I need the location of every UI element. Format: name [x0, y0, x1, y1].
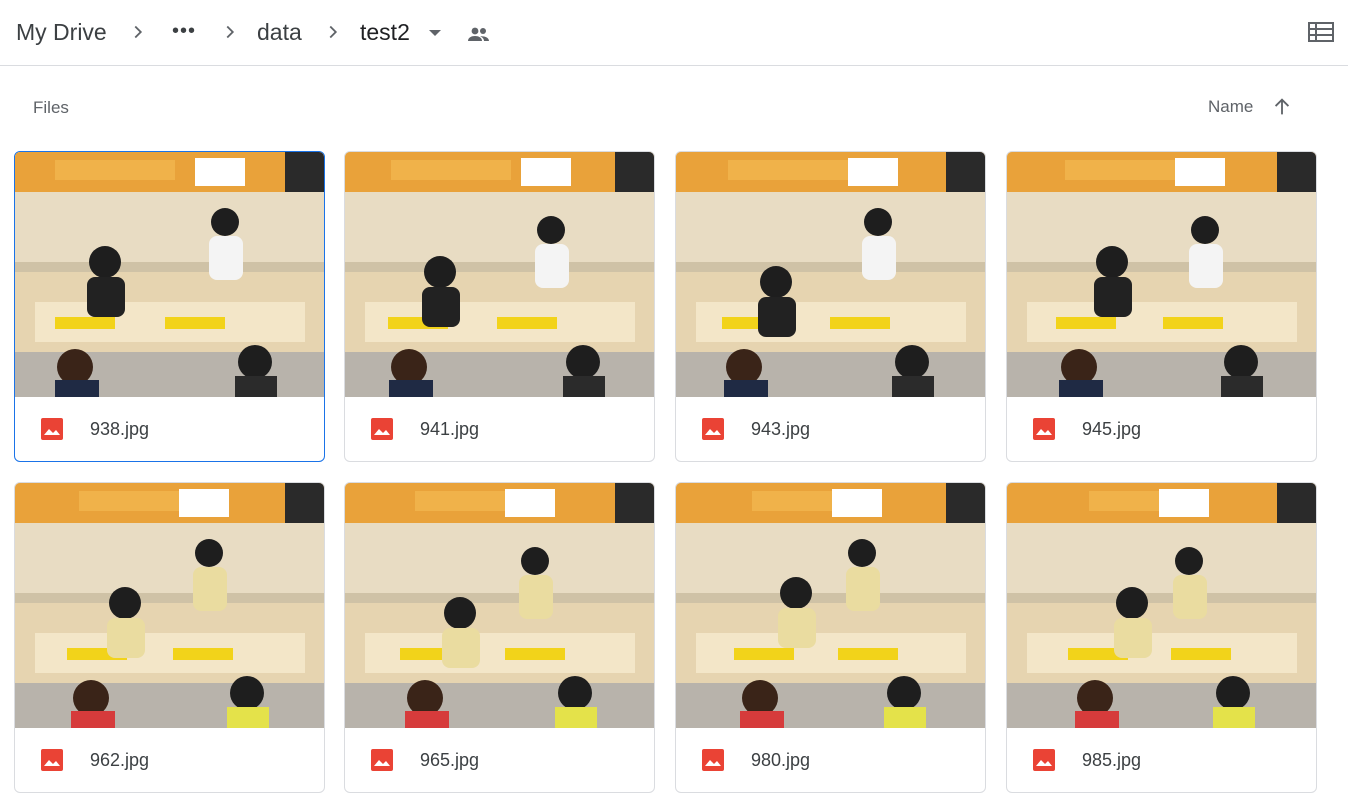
chevron-right-icon — [226, 25, 235, 39]
image-file-icon — [371, 749, 393, 771]
breadcrumb-my-drive[interactable]: My Drive — [16, 17, 107, 47]
image-file-icon — [1033, 418, 1055, 440]
file-thumbnail[interactable] — [345, 483, 654, 728]
file-info-row[interactable]: 941.jpg — [345, 397, 654, 461]
image-file-icon — [702, 418, 724, 440]
file-thumbnail[interactable] — [1007, 152, 1316, 397]
file-card[interactable]: 938.jpg — [14, 151, 325, 462]
file-card[interactable]: 985.jpg — [1006, 482, 1317, 793]
file-info-row[interactable]: 962.jpg — [15, 728, 324, 792]
file-info-row[interactable]: 965.jpg — [345, 728, 654, 792]
file-name: 965.jpg — [420, 750, 480, 770]
sort-by-name-button[interactable]: Name — [1208, 97, 1253, 117]
file-info-row[interactable]: 945.jpg — [1007, 397, 1316, 461]
list-view-icon[interactable] — [1307, 20, 1335, 44]
breadcrumb-data[interactable]: data — [257, 17, 302, 47]
file-card[interactable]: 965.jpg — [344, 482, 655, 793]
file-info-row[interactable]: 943.jpg — [676, 397, 985, 461]
breadcrumb-more-button[interactable]: ••• — [172, 16, 196, 46]
file-thumbnail[interactable] — [676, 483, 985, 728]
file-name: 985.jpg — [1082, 750, 1142, 770]
breadcrumb-current-folder[interactable]: test2 — [360, 17, 410, 47]
file-thumbnail[interactable] — [676, 152, 985, 397]
dropdown-arrow-icon[interactable] — [427, 27, 443, 39]
chevron-right-icon — [134, 25, 143, 39]
image-file-icon — [371, 418, 393, 440]
file-card[interactable]: 943.jpg — [675, 151, 986, 462]
file-name: 938.jpg — [90, 419, 150, 439]
file-card[interactable]: 980.jpg — [675, 482, 986, 793]
file-info-row[interactable]: 985.jpg — [1007, 728, 1316, 792]
file-card[interactable]: 945.jpg — [1006, 151, 1317, 462]
chevron-right-icon — [329, 25, 338, 39]
file-info-row[interactable]: 938.jpg — [15, 397, 324, 461]
image-file-icon — [1033, 749, 1055, 771]
file-name: 980.jpg — [751, 750, 811, 770]
file-card[interactable]: 962.jpg — [14, 482, 325, 793]
file-thumbnail[interactable] — [1007, 483, 1316, 728]
image-file-icon — [41, 418, 63, 440]
file-name: 943.jpg — [751, 419, 811, 439]
file-name: 941.jpg — [420, 419, 480, 439]
file-name: 962.jpg — [90, 750, 150, 770]
file-thumbnail[interactable] — [345, 152, 654, 397]
shared-folder-icon — [468, 27, 489, 41]
file-thumbnail[interactable] — [15, 483, 324, 728]
files-section-heading: Files — [33, 98, 69, 117]
file-thumbnail[interactable] — [15, 152, 324, 397]
file-name: 945.jpg — [1082, 419, 1142, 439]
top-bar: My Drive ••• data test2 — [0, 0, 1348, 66]
sort-ascending-arrow-icon[interactable] — [1271, 96, 1293, 118]
file-card[interactable]: 941.jpg — [344, 151, 655, 462]
image-file-icon — [41, 749, 63, 771]
file-info-row[interactable]: 980.jpg — [676, 728, 985, 792]
image-file-icon — [702, 749, 724, 771]
